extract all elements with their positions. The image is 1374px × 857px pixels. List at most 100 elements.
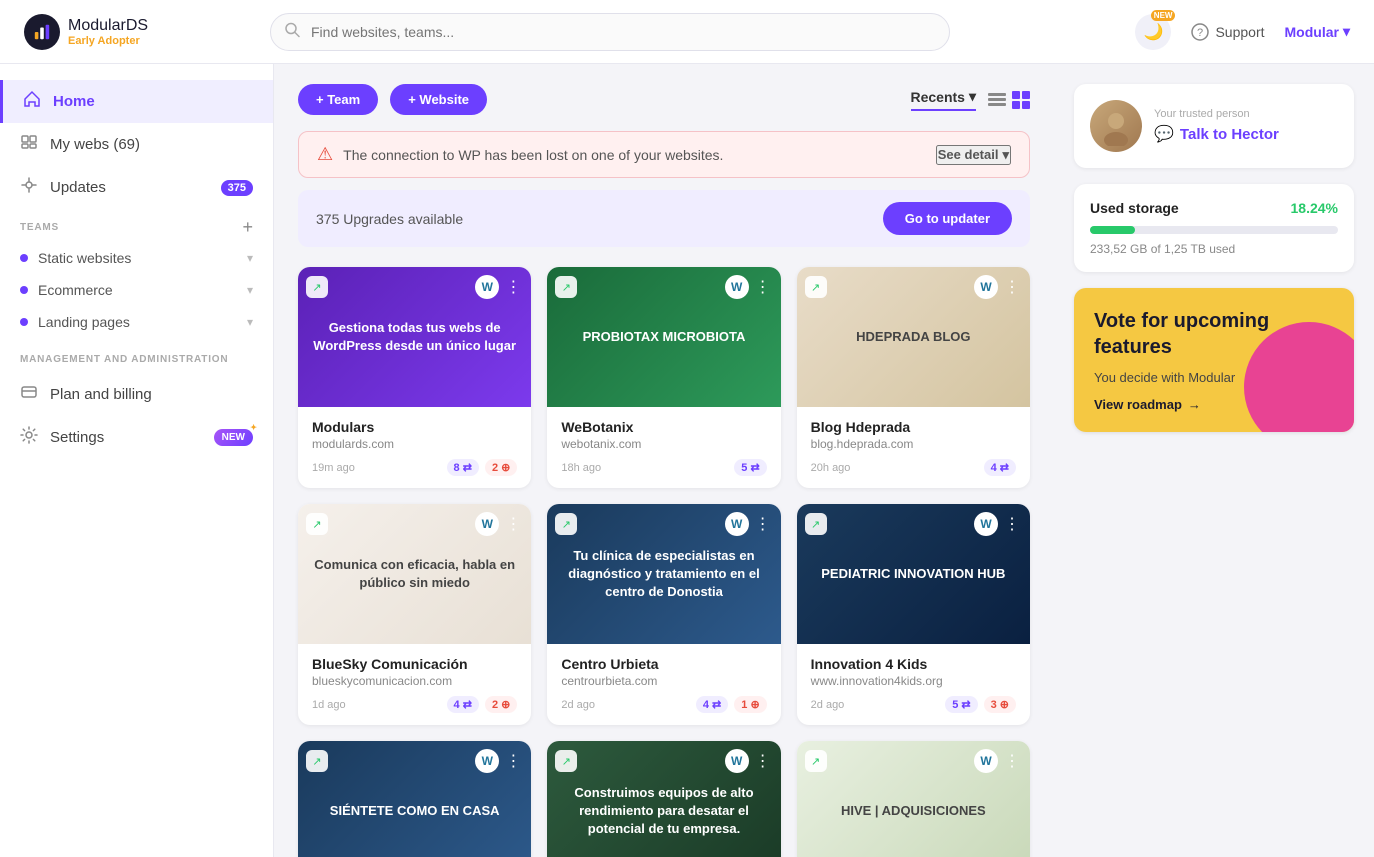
my-webs-icon bbox=[20, 133, 38, 156]
chevron-down-icon: ▾ bbox=[247, 251, 253, 265]
talk-label: Talk to Hector bbox=[1180, 126, 1279, 143]
arrow-right-icon: → bbox=[1188, 397, 1201, 412]
website-card-hive[interactable]: HIVE | ADQUISICIONES ↗ W ⋮ HIVE Adquisic… bbox=[797, 741, 1030, 857]
card-more-button[interactable]: ⋮ bbox=[503, 514, 523, 534]
sidebar-item-static-websites[interactable]: Static websites ▾ bbox=[0, 242, 273, 274]
card-more-button[interactable]: ⋮ bbox=[503, 277, 523, 297]
website-card-bluesky[interactable]: Comunica con eficacia, habla en público … bbox=[298, 504, 531, 725]
add-team-button[interactable]: + Team bbox=[298, 84, 378, 115]
card-stats: 8 ⇄2 ⊕ bbox=[447, 459, 518, 476]
alert-message: The connection to WP has been lost on on… bbox=[343, 147, 926, 163]
card-right-icons: W ⋮ bbox=[475, 512, 523, 536]
external-link-icon[interactable]: ↗ bbox=[555, 750, 577, 772]
card-stats: 5 ⇄3 ⊕ bbox=[945, 696, 1016, 713]
external-link-icon[interactable]: ↗ bbox=[805, 276, 827, 298]
wordpress-badge: W bbox=[725, 749, 749, 773]
card-body: Modulars modulards.com 19m ago 8 ⇄2 ⊕ bbox=[298, 407, 531, 488]
card-more-button[interactable]: ⋮ bbox=[753, 277, 773, 297]
card-thumb-text: Construimos equipos de alto rendimiento … bbox=[547, 776, 780, 847]
card-footer: 20h ago 4 ⇄ bbox=[811, 459, 1016, 476]
grid-view-button[interactable] bbox=[1012, 91, 1030, 109]
talk-to-hector-button[interactable]: 💬 Talk to Hector bbox=[1154, 124, 1279, 144]
add-website-button[interactable]: + Website bbox=[390, 84, 487, 115]
view-roadmap-button[interactable]: View roadmap → bbox=[1094, 397, 1334, 412]
external-link-icon[interactable]: ↗ bbox=[555, 276, 577, 298]
list-view-button[interactable] bbox=[988, 91, 1006, 109]
sidebar-item-settings[interactable]: Settings NEW bbox=[0, 416, 273, 459]
card-thumbnail: PROBIOTAX MICROBIOTA ↗ W ⋮ bbox=[547, 267, 780, 407]
sidebar-item-home-label: Home bbox=[53, 93, 95, 110]
card-body: BlueSky Comunicación blueskycomunicacion… bbox=[298, 644, 531, 725]
card-stats: 4 ⇄1 ⊕ bbox=[696, 696, 767, 713]
support-button[interactable]: ? Support bbox=[1191, 23, 1264, 41]
card-more-button[interactable]: ⋮ bbox=[753, 751, 773, 771]
team-label: Static websites bbox=[38, 250, 131, 266]
sidebar-item-ecommerce[interactable]: Ecommerce ▾ bbox=[0, 274, 273, 306]
see-detail-button[interactable]: See detail ▾ bbox=[936, 145, 1011, 165]
card-time-ago: 1d ago bbox=[312, 699, 439, 711]
upgrades-count: 375 Upgrades available bbox=[316, 211, 463, 227]
search-bar bbox=[270, 13, 950, 51]
go-to-updater-button[interactable]: Go to updater bbox=[883, 202, 1012, 235]
card-more-button[interactable]: ⋮ bbox=[503, 751, 523, 771]
card-body: Innovation 4 Kids www.innovation4kids.or… bbox=[797, 644, 1030, 725]
stat-badge: 1 ⊕ bbox=[734, 696, 766, 713]
website-card-rca[interactable]: Construimos equipos de alto rendimiento … bbox=[547, 741, 780, 857]
sidebar-item-my-webs[interactable]: My webs (69) bbox=[0, 123, 273, 166]
external-link-icon[interactable]: ↗ bbox=[306, 513, 328, 535]
card-body: WeBotanix webotanix.com 18h ago 5 ⇄ bbox=[547, 407, 780, 488]
card-time-ago: 2d ago bbox=[561, 699, 688, 711]
settings-icon bbox=[20, 426, 38, 449]
home-icon bbox=[23, 90, 41, 113]
sidebar-item-plan-billing[interactable]: Plan and billing bbox=[0, 373, 273, 416]
card-site-name: Innovation 4 Kids bbox=[811, 656, 1016, 672]
external-link-icon[interactable]: ↗ bbox=[306, 276, 328, 298]
dark-mode-button[interactable]: 🌙 NEW bbox=[1135, 14, 1171, 50]
storage-info: 233,52 GB of 1,25 TB used bbox=[1090, 242, 1338, 256]
external-link-icon[interactable]: ↗ bbox=[805, 513, 827, 535]
card-site-name: Blog Hdeprada bbox=[811, 419, 1016, 435]
card-right-icons: W ⋮ bbox=[974, 512, 1022, 536]
recents-label: Recents bbox=[911, 89, 965, 105]
plan-billing-icon bbox=[20, 383, 38, 406]
new-badge: NEW bbox=[1151, 10, 1176, 21]
chevron-down-icon: ▾ bbox=[1343, 23, 1350, 40]
external-link-icon[interactable]: ↗ bbox=[805, 750, 827, 772]
website-card-hdeprada[interactable]: HDEPRADA BLOG ↗ W ⋮ Blog Hdeprada blog.h… bbox=[797, 267, 1030, 488]
card-more-button[interactable]: ⋮ bbox=[1002, 751, 1022, 771]
logo-badge: Early Adopter bbox=[68, 35, 148, 47]
card-site-name: BlueSky Comunicación bbox=[312, 656, 517, 672]
website-card-centro-urbieta[interactable]: Tu clínica de especialistas en diagnósti… bbox=[547, 504, 780, 725]
website-card-innovation4kids[interactable]: PEDIATRIC INNOVATION HUB ↗ W ⋮ Innovatio… bbox=[797, 504, 1030, 725]
stat-badge: 5 ⇄ bbox=[945, 696, 977, 713]
wp-connection-alert: ⚠ The connection to WP has been lost on … bbox=[298, 131, 1030, 178]
card-site-name: WeBotanix bbox=[561, 419, 766, 435]
trusted-person-card: Your trusted person 💬 Talk to Hector bbox=[1074, 84, 1354, 168]
card-more-button[interactable]: ⋮ bbox=[1002, 514, 1022, 534]
card-footer: 19m ago 8 ⇄2 ⊕ bbox=[312, 459, 517, 476]
add-team-icon-button[interactable]: + bbox=[242, 217, 253, 238]
storage-percentage: 18.24% bbox=[1291, 200, 1338, 216]
stat-badge: 4 ⇄ bbox=[984, 459, 1016, 476]
sidebar-item-updates[interactable]: Updates 375 bbox=[0, 166, 273, 209]
user-menu-button[interactable]: Modular ▾ bbox=[1285, 23, 1350, 40]
sidebar-item-landing-pages[interactable]: Landing pages ▾ bbox=[0, 306, 273, 338]
card-time-ago: 2d ago bbox=[811, 699, 938, 711]
card-more-button[interactable]: ⋮ bbox=[1002, 277, 1022, 297]
search-input[interactable] bbox=[270, 13, 950, 51]
website-card-modulars[interactable]: Gestiona todas tus webs de WordPress des… bbox=[298, 267, 531, 488]
card-more-button[interactable]: ⋮ bbox=[753, 514, 773, 534]
external-link-icon[interactable]: ↗ bbox=[306, 750, 328, 772]
website-card-webotanix[interactable]: PROBIOTAX MICROBIOTA ↗ W ⋮ WeBotanix web… bbox=[547, 267, 780, 488]
card-top-icons: ↗ W ⋮ bbox=[805, 275, 1022, 299]
card-top-icons: ↗ W ⋮ bbox=[306, 275, 523, 299]
card-body: Centro Urbieta centrourbieta.com 2d ago … bbox=[547, 644, 780, 725]
sidebar-item-home[interactable]: Home bbox=[0, 80, 273, 123]
logo-text: ModularDS Early Adopter bbox=[68, 17, 148, 47]
team-dot bbox=[20, 286, 28, 294]
recents-filter-button[interactable]: Recents ▾ bbox=[911, 88, 977, 111]
svg-text:?: ? bbox=[1197, 27, 1203, 39]
website-card-sientete[interactable]: SIÉNTETE COMO EN CASA ↗ W ⋮ Siéntete Com… bbox=[298, 741, 531, 857]
external-link-icon[interactable]: ↗ bbox=[555, 513, 577, 535]
wordpress-badge: W bbox=[725, 512, 749, 536]
